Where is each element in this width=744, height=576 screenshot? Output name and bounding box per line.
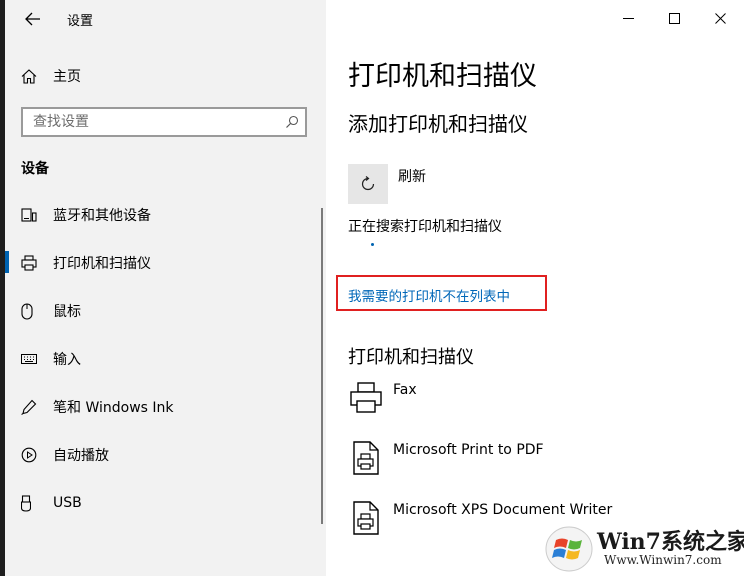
back-button[interactable] xyxy=(21,8,45,30)
sidebar-item-label: 笔和 Windows Ink xyxy=(53,400,174,416)
printer-name: Microsoft XPS Document Writer xyxy=(393,502,613,518)
search-box xyxy=(21,107,307,137)
sidebar-item-pen[interactable]: 笔和 Windows Ink xyxy=(21,393,174,421)
search-input[interactable] xyxy=(23,109,273,135)
refresh-icon xyxy=(361,176,375,191)
sidebar-item-usb[interactable]: USB xyxy=(21,489,82,517)
close-button[interactable] xyxy=(697,0,743,36)
missing-printer-link[interactable]: 我需要的打印机不在列表中 xyxy=(348,285,510,305)
refresh-button[interactable] xyxy=(348,164,388,204)
keyboard-icon xyxy=(21,354,41,364)
section-heading: 设备 xyxy=(21,161,49,177)
settings-window: 设置 主页 设备 蓝牙和其他设备 打印机和扫描仪 xyxy=(5,0,744,576)
sidebar-item-label: 输入 xyxy=(53,352,81,368)
sidebar-scrollbar[interactable] xyxy=(321,208,323,524)
add-printers-heading: 添加打印机和扫描仪 xyxy=(348,112,528,136)
minimize-button[interactable] xyxy=(605,0,651,36)
back-arrow-icon xyxy=(25,12,40,26)
home-icon xyxy=(21,68,41,84)
autoplay-icon xyxy=(21,447,41,463)
sidebar-item-printers[interactable]: 打印机和扫描仪 xyxy=(21,249,151,277)
search-icon[interactable] xyxy=(285,114,299,133)
minimize-icon xyxy=(622,17,634,19)
sidebar-item-label: 主页 xyxy=(53,69,81,85)
sidebar-item-label: 打印机和扫描仪 xyxy=(53,256,151,272)
close-icon xyxy=(714,12,726,24)
printer-icon xyxy=(21,255,41,271)
document-printer-icon xyxy=(348,440,384,476)
sidebar-item-home[interactable]: 主页 xyxy=(21,62,81,90)
sidebar-item-label: 自动播放 xyxy=(53,448,109,464)
progress-dot xyxy=(371,243,374,246)
watermark-url: Www.Winwin7.com xyxy=(604,553,722,567)
printer-name: Microsoft Print to PDF xyxy=(393,442,544,458)
maximize-button[interactable] xyxy=(651,0,697,36)
usb-icon xyxy=(21,494,41,512)
searching-status: 正在搜索打印机和扫描仪 xyxy=(348,219,502,235)
sidebar-item-mouse[interactable]: 鼠标 xyxy=(21,297,81,325)
printer-item-fax[interactable]: Fax xyxy=(348,380,417,416)
printer-name: Fax xyxy=(393,382,417,398)
printers-list-heading: 打印机和扫描仪 xyxy=(348,347,474,368)
sidebar-item-label: USB xyxy=(53,495,82,511)
sidebar-item-bluetooth[interactable]: 蓝牙和其他设备 xyxy=(21,201,151,229)
fax-icon xyxy=(348,380,384,416)
refresh-label: 刷新 xyxy=(398,169,426,185)
printer-item-pdf[interactable]: Microsoft Print to PDF xyxy=(348,440,544,476)
selection-indicator xyxy=(5,251,9,273)
sidebar-item-label: 鼠标 xyxy=(53,304,81,320)
windows-logo-icon xyxy=(545,526,593,572)
sidebar-item-autoplay[interactable]: 自动播放 xyxy=(21,441,109,469)
watermark-brand: Win7系统之家 xyxy=(597,529,744,555)
mouse-icon xyxy=(21,302,41,320)
maximize-icon xyxy=(668,12,680,24)
document-printer-icon xyxy=(348,500,384,536)
pen-icon xyxy=(21,399,41,415)
sidebar-item-label: 蓝牙和其他设备 xyxy=(53,208,151,224)
bluetooth-devices-icon xyxy=(21,207,41,223)
sidebar-item-input[interactable]: 输入 xyxy=(21,345,81,373)
page-title: 打印机和扫描仪 xyxy=(348,61,537,92)
window-title: 设置 xyxy=(67,14,94,29)
sidebar: 设置 主页 设备 蓝牙和其他设备 打印机和扫描仪 xyxy=(5,0,326,576)
